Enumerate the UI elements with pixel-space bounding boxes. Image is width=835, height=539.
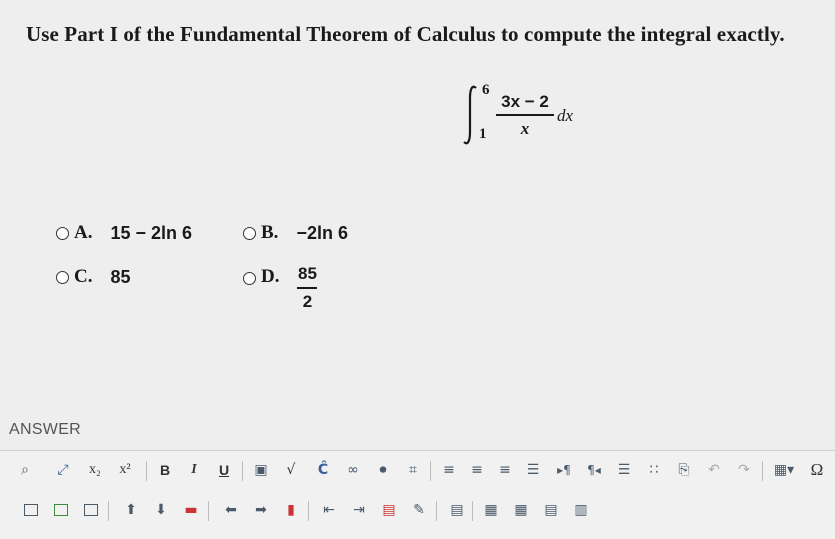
integral-lower-limit: 1 bbox=[479, 126, 487, 142]
copy-row-icon[interactable]: ⇥ bbox=[348, 497, 370, 523]
option-d-denominator: 2 bbox=[302, 292, 313, 311]
ltr-paragraph-icon[interactable]: ▸¶ bbox=[553, 457, 575, 483]
option-a[interactable]: A. 15 − 2ln 6 bbox=[56, 222, 192, 244]
align-right-icon[interactable]: ≡ bbox=[494, 457, 516, 483]
microphone-icon[interactable]: ⏺ bbox=[372, 457, 394, 483]
toolbar-divider bbox=[762, 461, 763, 481]
toolbar-divider bbox=[436, 501, 437, 521]
option-a-letter: A. bbox=[74, 222, 93, 243]
align-left-icon[interactable]: ≡ bbox=[438, 457, 460, 483]
zoom-icon[interactable]: ⌕ bbox=[14, 457, 36, 483]
toolbar-divider bbox=[108, 501, 109, 521]
answer-label: ANSWER bbox=[9, 421, 82, 438]
omega-button[interactable]: Ω bbox=[806, 457, 828, 483]
option-d[interactable]: D. 85 2 bbox=[243, 264, 318, 312]
fraction-bar bbox=[496, 114, 554, 116]
delete-column-icon[interactable]: ▮ bbox=[280, 497, 302, 523]
integral-upper-limit: 6 bbox=[482, 82, 490, 98]
formula-icon[interactable]: ⌗ bbox=[402, 457, 424, 483]
bulleted-list-icon[interactable]: ∷ bbox=[643, 457, 665, 483]
toolbar-divider bbox=[308, 501, 309, 521]
paste-row-before-icon[interactable]: ▤ bbox=[378, 497, 400, 523]
underline-button[interactable]: U bbox=[213, 457, 235, 483]
table-grid-icon[interactable]: ▦ bbox=[510, 497, 532, 523]
radio-button-c[interactable] bbox=[56, 270, 69, 284]
insert-column-before-icon[interactable]: ⬅ bbox=[220, 497, 242, 523]
fullscreen-icon[interactable]: ⤢ bbox=[52, 457, 74, 483]
bold-button[interactable]: B bbox=[154, 457, 176, 483]
cell-properties-icon[interactable] bbox=[80, 497, 102, 523]
paste-row-after-icon[interactable]: ✎ bbox=[408, 497, 430, 523]
fraction-bar bbox=[297, 287, 318, 289]
align-justify-icon[interactable]: ☰ bbox=[522, 457, 544, 483]
table-row-icon[interactable]: ▤ bbox=[540, 497, 562, 523]
image-icon[interactable]: ▣ bbox=[250, 457, 272, 483]
undo-icon[interactable]: ↶ bbox=[703, 457, 725, 483]
option-d-numerator: 85 bbox=[298, 264, 317, 283]
toolbar-row-1: ⌕ ⤢ x₂ x² B I U ▣ √ Ĉ ∞ ⏺ ⌗ ≡ ≡ ≡ ☰ ▸¶ ¶… bbox=[0, 457, 835, 487]
option-b[interactable]: B. −2ln 6 bbox=[243, 222, 348, 244]
integral-differential: dx bbox=[557, 106, 574, 125]
subscript-button[interactable]: x₂ bbox=[84, 457, 106, 483]
integrand-numerator: 3x − 2 bbox=[501, 92, 549, 111]
numbered-list-icon[interactable]: ☰ bbox=[613, 457, 635, 483]
option-c[interactable]: C. 85 bbox=[56, 266, 131, 288]
toolbar-divider bbox=[430, 461, 431, 481]
integrand-fraction: 3x − 2 x bbox=[496, 92, 554, 139]
rtl-paragraph-icon[interactable]: ¶◂ bbox=[583, 457, 605, 483]
radio-button-b[interactable] bbox=[243, 226, 256, 240]
option-a-value: 15 − 2ln 6 bbox=[110, 222, 193, 243]
option-d-letter: D. bbox=[261, 266, 280, 287]
option-b-letter: B. bbox=[261, 222, 279, 243]
special-character-icon[interactable]: Ĉ bbox=[312, 457, 334, 483]
insert-row-after-icon[interactable]: ⬇ bbox=[150, 497, 172, 523]
paste-icon[interactable]: ⎘ bbox=[673, 457, 695, 483]
integral-expression: 6 1 3x − 2 x dx bbox=[462, 80, 592, 150]
integral-sign-icon bbox=[463, 85, 477, 145]
split-cells-icon[interactable]: ▦ bbox=[480, 497, 502, 523]
italic-button[interactable]: I bbox=[183, 457, 205, 483]
option-b-value: −2ln 6 bbox=[296, 222, 348, 243]
toolbar-divider bbox=[472, 501, 473, 521]
option-d-fraction: 85 2 bbox=[297, 264, 318, 312]
integrand-denominator: x bbox=[520, 119, 530, 138]
align-center-icon[interactable]: ≡ bbox=[466, 457, 488, 483]
option-c-value: 85 bbox=[110, 266, 131, 287]
table-properties-icon[interactable] bbox=[50, 497, 72, 523]
insert-row-before-icon[interactable]: ⬆ bbox=[120, 497, 142, 523]
radio-button-d[interactable] bbox=[243, 272, 256, 285]
superscript-button[interactable]: x² bbox=[114, 457, 136, 483]
delete-row-icon[interactable]: ▬ bbox=[180, 497, 202, 523]
option-c-letter: C. bbox=[74, 266, 93, 287]
square-root-icon[interactable]: √ bbox=[280, 457, 302, 483]
radio-button-a[interactable] bbox=[56, 226, 69, 240]
table-icon[interactable]: ▦▾ bbox=[770, 457, 798, 483]
toolbar-divider bbox=[146, 461, 147, 481]
redo-icon[interactable]: ↷ bbox=[733, 457, 755, 483]
toolbar-divider bbox=[208, 501, 209, 521]
math-editor-toolbar: ⌕ ⤢ x₂ x² B I U ▣ √ Ĉ ∞ ⏺ ⌗ ≡ ≡ ≡ ☰ ▸¶ ¶… bbox=[0, 450, 835, 539]
cut-row-icon[interactable]: ⇤ bbox=[318, 497, 340, 523]
toolbar-divider bbox=[242, 461, 243, 481]
question-text: Use Part I of the Fundamental Theorem of… bbox=[26, 22, 785, 46]
link-icon[interactable]: ∞ bbox=[342, 457, 364, 483]
merge-cells-icon[interactable]: ▤ bbox=[446, 497, 468, 523]
table-cell-icon[interactable]: ▥ bbox=[570, 497, 592, 523]
toolbar-row-2: ⬆ ⬇ ▬ ⬅ ➡ ▮ ⇤ ⇥ ▤ ✎ ▤ ▦ ▦ ▤ ▥ bbox=[0, 497, 835, 527]
insert-column-after-icon[interactable]: ➡ bbox=[250, 497, 272, 523]
delete-table-icon[interactable] bbox=[20, 497, 42, 523]
